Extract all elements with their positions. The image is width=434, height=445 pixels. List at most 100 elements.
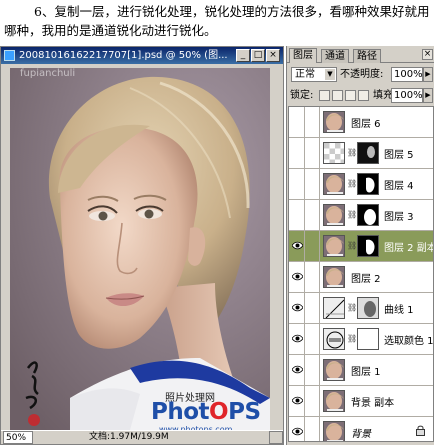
layer-link-slot[interactable] [306,107,320,137]
layer-row[interactable]: ⛓ 图层 4 [289,169,433,200]
layers-list: 图层 6 ⛓ 图层 5 ⛓ 图层 4 ⛓ 图层 3 ⛓ 图层 2 副本图层 2 ⛓ 曲线 1 ⛓ 选取颜… [288,106,434,442]
layer-link-slot[interactable] [306,355,320,385]
layer-mask-thumbnail[interactable] [357,297,379,319]
layer-name[interactable]: 图层 3 [384,208,414,223]
layer-link-slot[interactable] [306,138,320,168]
layer-thumbnail[interactable] [323,173,345,195]
blend-opacity-row: 正常 ▼ 不透明度: 100% ▶ [287,66,434,84]
layer-name[interactable]: 选取颜色 1 [384,332,433,347]
layer-row[interactable]: ⛓ 图层 2 副本 [289,231,433,262]
blend-mode-select[interactable]: 正常 ▼ [291,67,337,82]
layer-visibility-toggle[interactable] [290,231,305,261]
layer-visibility-toggle[interactable] [290,386,305,416]
layer-visibility-toggle[interactable] [290,138,305,168]
layer-thumbnail[interactable] [323,235,345,257]
layer-link-slot[interactable] [306,386,320,416]
layer-row[interactable]: 图层 1 [289,355,433,386]
layer-visibility-toggle[interactable] [290,324,305,354]
layer-mask-thumbnail[interactable] [357,173,379,195]
layer-row[interactable]: 背景 副本 [289,386,433,417]
layer-visibility-toggle[interactable] [290,417,305,441]
document-title: 20081016162217707[1].psd @ 50% (图... [19,50,228,61]
image-canvas[interactable]: fupianchuli [10,68,270,430]
tab-layers[interactable]: 图层 [289,48,317,63]
layer-visibility-toggle[interactable] [290,355,305,385]
chain-link-icon[interactable]: ⛓ [347,179,357,188]
close-button[interactable]: × [266,49,280,62]
panel-tabs: 图层 通道 路径 × [287,46,434,63]
layer-link-slot[interactable] [306,293,320,323]
layer-row[interactable]: ⛓ 图层 3 [289,200,433,231]
layer-row[interactable]: 图层 2 [289,262,433,293]
layer-link-slot[interactable] [306,200,320,230]
layer-thumbnail[interactable] [323,111,345,133]
layer-mask-thumbnail[interactable] [357,142,379,164]
layer-thumbnail[interactable] [323,204,345,226]
layer-row[interactable]: ⛓ 曲线 1 [289,293,433,324]
layer-name[interactable]: 图层 5 [384,146,414,161]
layer-link-slot[interactable] [306,231,320,261]
layer-thumbnail[interactable] [323,328,345,350]
scroll-right-button[interactable] [269,431,283,444]
layer-name[interactable]: 背景 副本 [351,394,394,409]
layer-name[interactable]: 图层 6 [351,115,381,130]
minimize-button[interactable]: _ [236,49,250,62]
layer-row[interactable]: 背景 [289,417,433,441]
layer-name[interactable]: 图层 4 [384,177,414,192]
layer-thumbnail[interactable] [323,359,345,381]
chain-link-icon[interactable]: ⛓ [347,334,357,343]
blend-mode-value: 正常 [295,69,315,80]
layer-link-slot[interactable] [306,169,320,199]
logo-part-b: O [209,399,229,425]
layer-name[interactable]: 图层 1 [351,363,381,378]
layer-mask-thumbnail[interactable] [357,235,379,257]
layer-link-slot[interactable] [306,262,320,292]
layer-row[interactable]: ⛓ 选取颜色 1 [289,324,433,355]
layer-mask-thumbnail[interactable] [357,328,379,350]
tutorial-caption: 6、复制一层，进行锐化处理，锐化处理的方法很多，看哪种效果好就用哪种，我用的是通… [4,4,430,38]
layer-name[interactable]: 图层 2 [351,270,381,285]
layer-visibility-toggle[interactable] [290,200,305,230]
opacity-input[interactable]: 100% [391,67,423,82]
logo-part-c: PS [228,399,261,425]
layer-link-slot[interactable] [306,324,320,354]
chain-link-icon[interactable]: ⛓ [347,210,357,219]
opacity-dropdown-icon[interactable]: ▶ [423,67,433,82]
layer-visibility-toggle[interactable] [290,293,305,323]
lock-all-icon[interactable] [358,90,369,101]
panel-close-button[interactable]: × [422,49,433,60]
layer-visibility-toggle[interactable] [290,107,305,137]
lock-label: 锁定: [290,90,314,101]
layers-panel: 图层 通道 路径 × 正常 ▼ 不透明度: 100% ▶ 锁定: 填充: 100… [286,46,434,445]
document-statusbar: 50% 文档:1.97M/19.9M [1,430,283,444]
layer-name[interactable]: 曲线 1 [384,301,414,316]
layer-name[interactable]: 图层 2 副本 [384,239,433,254]
layer-visibility-toggle[interactable] [290,169,305,199]
lock-transparent-icon[interactable] [319,90,330,101]
maximize-button[interactable]: □ [251,49,265,62]
lock-fill-row: 锁定: 填充: 100% ▶ [287,87,434,105]
layer-thumbnail[interactable] [323,297,345,319]
document-size-info[interactable]: 文档:1.97M/19.9M [89,431,169,444]
tab-paths[interactable]: 路径 [353,49,381,63]
zoom-field[interactable]: 50% [3,431,33,444]
tab-channels[interactable]: 通道 [321,49,349,63]
layer-link-slot[interactable] [306,417,320,441]
layer-thumbnail[interactable] [323,421,345,441]
fill-dropdown-icon[interactable]: ▶ [423,88,433,103]
layer-visibility-toggle[interactable] [290,262,305,292]
layer-name[interactable]: 背景 [351,425,371,440]
layer-mask-thumbnail[interactable] [357,204,379,226]
layer-thumbnail[interactable] [323,142,345,164]
layer-row[interactable]: ⛓ 图层 5 [289,138,433,169]
layer-thumbnail[interactable] [323,390,345,412]
layer-thumbnail[interactable] [323,266,345,288]
fill-input[interactable]: 100% [391,88,423,103]
chain-link-icon[interactable]: ⛓ [347,241,357,250]
lock-image-icon[interactable] [332,90,343,101]
chain-link-icon[interactable]: ⛓ [347,303,357,312]
photoshop-doc-icon [4,50,15,61]
lock-position-icon[interactable] [345,90,356,101]
chain-link-icon[interactable]: ⛓ [347,148,357,157]
layer-row[interactable]: 图层 6 [289,107,433,138]
